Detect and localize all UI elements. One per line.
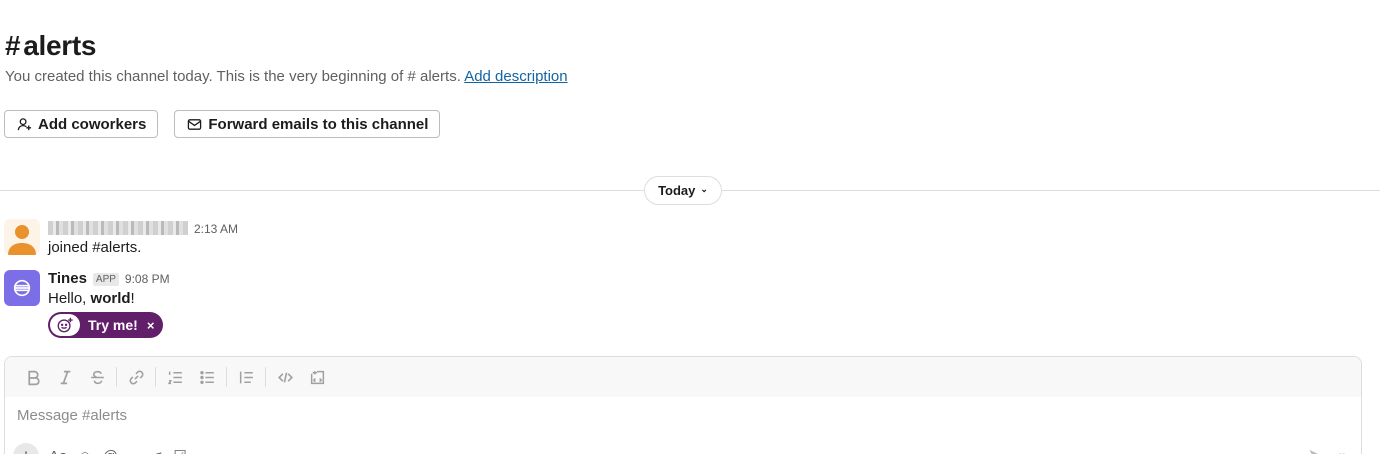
send-icon[interactable]: ➤ [1308,445,1321,454]
toolbar-divider [226,367,227,387]
bulleted-list-icon[interactable] [191,363,223,391]
chevron-down-icon[interactable]: ⌄ [1337,445,1347,454]
formatting-toolbar [5,357,1361,397]
code-icon[interactable] [269,363,301,391]
try-me-button[interactable]: Try me! × [48,312,163,338]
day-divider-button[interactable]: Today ⌄ [644,176,722,205]
emoji-icon[interactable]: ☺ [77,448,92,454]
description-text: You created this channel today. This is … [5,68,404,85]
message-text-end: ! [130,290,135,307]
message-input[interactable]: Message #alerts [17,407,127,424]
link-icon[interactable] [120,363,152,391]
add-coworkers-label: Add coworkers [38,115,147,133]
strikethrough-icon[interactable] [81,363,113,391]
user-avatar-icon [8,225,36,255]
message-tines: Tines APP 9:08 PM Hello, world! Try me! … [4,270,170,338]
add-person-icon [17,117,32,130]
author-name[interactable]: Tines [48,270,87,287]
hash-icon: # [5,30,21,61]
ordered-list-icon[interactable] [159,363,191,391]
add-description-link[interactable]: Add description [464,68,567,85]
add-coworkers-button[interactable]: Add coworkers [4,110,159,138]
message-body: Tines APP 9:08 PM Hello, world! Try me! … [48,270,170,338]
message-text: Hello, world! [48,290,170,307]
close-icon[interactable]: × [147,318,155,333]
message-join: 2:13 AM joined #alerts. [4,219,238,256]
message-body: 2:13 AM joined #alerts. [48,219,238,256]
channel-intro: # alerts You created this channel today.… [5,30,568,85]
plus-icon[interactable]: + [13,443,39,454]
app-badge: APP [92,273,119,286]
description-channel: # alerts. [407,68,461,85]
channel-actions: Add coworkers Forward emails to this cha… [4,110,441,138]
tines-logo-icon [13,279,31,297]
message-header: 2:13 AM [48,219,238,236]
italic-icon[interactable] [49,363,81,391]
microphone-icon[interactable]: ♫ [152,448,163,454]
blockquote-icon[interactable] [230,363,262,391]
toolbar-divider [116,367,117,387]
chevron-down-icon: ⌄ [700,184,708,194]
formatting-toggle[interactable]: Aa [49,448,67,454]
avatar[interactable] [4,270,40,306]
try-me-label: Try me! [88,317,138,333]
channel-name: alerts [23,30,97,61]
forward-emails-label: Forward emails to this channel [208,115,429,133]
day-label: Today [658,183,696,198]
code-block-icon[interactable] [301,363,333,391]
email-icon [188,118,202,130]
video-icon[interactable]: ▭ [128,447,142,454]
channel-title: # alerts [5,30,568,62]
toolbar-divider [155,367,156,387]
message-header: Tines APP 9:08 PM [48,270,170,287]
mention-icon[interactable]: @ [103,448,118,454]
timestamp[interactable]: 2:13 AM [194,222,238,236]
shortcuts-icon[interactable]: ☑ [173,447,186,454]
add-reaction-icon [50,314,80,336]
avatar[interactable] [4,219,40,255]
message-text-bold: world [90,290,131,307]
timestamp[interactable]: 9:08 PM [125,272,170,286]
message-composer: Message #alerts + Aa ☺ @ ▭ ♫ ☑ ➤ ⌄ [4,356,1362,454]
toolbar-divider [265,367,266,387]
bold-icon[interactable] [17,363,49,391]
message-text-start: Hello, [48,290,91,307]
composer-actions: + Aa ☺ @ ▭ ♫ ☑ [13,443,187,454]
channel-description: You created this channel today. This is … [5,68,568,85]
forward-emails-button[interactable]: Forward emails to this channel [174,110,441,138]
message-text: joined #alerts. [48,239,142,256]
author-name-redacted[interactable] [48,221,188,235]
